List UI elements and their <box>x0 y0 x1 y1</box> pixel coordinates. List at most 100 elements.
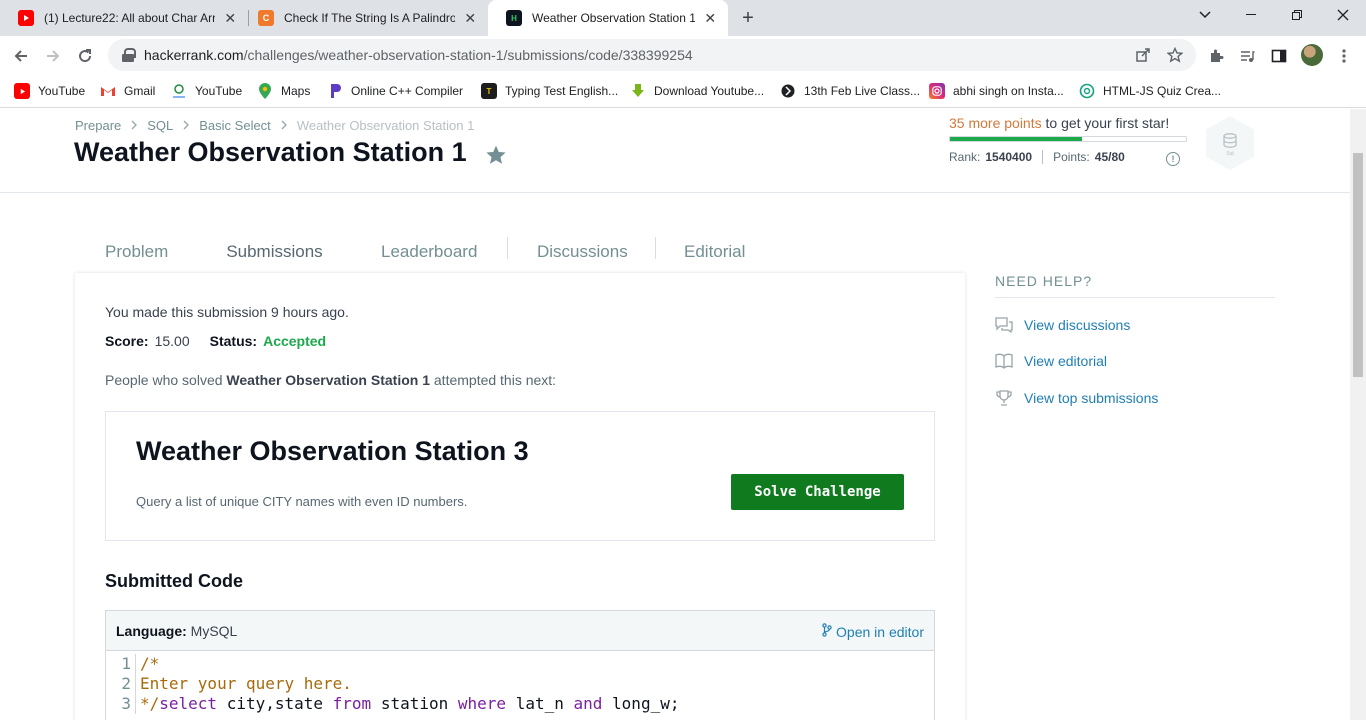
browser-tab-strip: (1) Lecture22: All about Char Arra ✕ C C… <box>0 0 1366 36</box>
profile-avatar[interactable] <box>1301 44 1323 66</box>
tab-submissions[interactable]: Submissions <box>198 231 351 273</box>
sql-keyword: where <box>457 694 507 713</box>
bookmark-live-class[interactable]: 13th Feb Live Class... <box>780 82 920 100</box>
url-host: hackerrank.com <box>144 47 244 63</box>
view-top-submissions-link[interactable]: View top submissions <box>995 388 1158 408</box>
bookmark-star-icon[interactable] <box>1165 45 1185 65</box>
minimize-icon[interactable] <box>1228 0 1274 30</box>
sql-keyword: from <box>332 694 372 713</box>
compiler-icon <box>327 83 343 99</box>
language-label: Language: <box>116 623 187 639</box>
close-icon[interactable]: ✕ <box>703 10 718 26</box>
download-icon <box>630 83 646 99</box>
browser-tab-active[interactable]: H Weather Observation Station 1 | H ✕ <box>488 0 728 36</box>
need-help-panel: NEED HELP? View discussions View editori… <box>995 273 1275 406</box>
side-panel-icon[interactable] <box>1268 45 1290 67</box>
open-in-editor-link[interactable]: Open in editor <box>822 623 924 640</box>
tab-leaderboard[interactable]: Leaderboard <box>381 231 477 273</box>
page-scrollbar[interactable] <box>1350 109 1366 720</box>
tab-title: Check If The String Is A Palindrom <box>284 11 455 25</box>
bookmark-compiler[interactable]: Online C++ Compiler <box>327 82 463 100</box>
solve-challenge-button[interactable]: Solve Challenge <box>731 474 904 510</box>
tab-title: Weather Observation Station 1 | H <box>532 11 695 25</box>
restore-icon[interactable] <box>1274 0 1320 30</box>
star-icon[interactable] <box>485 144 507 166</box>
code-text: /* <box>140 654 160 673</box>
view-editorial-link[interactable]: View editorial <box>995 351 1107 371</box>
points-label: Points: <box>1053 150 1090 164</box>
code-line: 3 */select city,state from station where… <box>106 694 934 714</box>
forward-icon[interactable] <box>40 43 66 69</box>
new-tab-button[interactable]: + <box>736 6 760 30</box>
chatgpt-icon <box>1079 83 1095 99</box>
bookmark-label: abhi singh on Insta... <box>953 84 1064 98</box>
browser-tab[interactable]: (1) Lecture22: All about Char Arra ✕ <box>0 0 248 36</box>
bookmark-maps[interactable]: Maps <box>257 82 310 100</box>
media-control-icon[interactable] <box>1236 45 1258 67</box>
youtube-icon <box>14 83 30 99</box>
scrollbar-thumb[interactable] <box>1353 153 1363 377</box>
bookmark-typing-test[interactable]: T Typing Test English... <box>481 82 618 100</box>
info-icon[interactable]: ! <box>1166 152 1180 166</box>
help-link-label: View editorial <box>1024 353 1108 369</box>
next-suggestion-text: People who solved Weather Observation St… <box>105 372 556 388</box>
bookmark-label: YouTube <box>38 84 86 98</box>
bookmark-youtube[interactable]: YouTube <box>14 82 85 100</box>
bookmark-instagram[interactable]: abhi singh on Insta... <box>929 82 1064 100</box>
close-icon[interactable]: ✕ <box>463 10 479 26</box>
tab-title: (1) Lecture22: All about Char Arra <box>44 11 215 25</box>
challenge-tabs: Problem Submissions Leaderboard Discussi… <box>75 231 965 273</box>
instagram-icon <box>929 83 945 99</box>
star-progress: 35 more points to get your first star! R… <box>949 115 1189 164</box>
next-challenge-description: Query a list of unique CITY names with e… <box>136 494 468 509</box>
tab-editorial[interactable]: Editorial <box>684 231 745 273</box>
tab-search-icon[interactable] <box>1182 0 1228 30</box>
sql-badge-icon[interactable]: Sql <box>1204 115 1256 171</box>
progress-message: 35 more points to get your first star! <box>949 115 1189 131</box>
tab-divider <box>507 237 508 259</box>
people-suffix: attempted this next: <box>430 372 557 388</box>
chevron-right-icon <box>131 119 138 133</box>
breadcrumb-basic-select[interactable]: Basic Select <box>199 118 271 133</box>
menu-icon[interactable] <box>1333 45 1355 67</box>
rank-label: Rank: <box>949 150 981 164</box>
browser-tab[interactable]: C Check If The String Is A Palindrom ✕ <box>240 0 488 36</box>
share-icon[interactable] <box>1133 45 1153 65</box>
bookmark-quiz[interactable]: HTML-JS Quiz Crea... <box>1079 82 1221 100</box>
bookmark-label: Download Youtube... <box>654 84 765 98</box>
bookmark-youtube-alt[interactable]: YouTube <box>171 82 242 100</box>
breadcrumb-prepare[interactable]: Prepare <box>75 118 121 133</box>
bookmark-gmail[interactable]: Gmail <box>100 82 155 100</box>
rank-points: Rank: 1540400 Points: 45/80 <box>949 150 1189 164</box>
submission-time: You made this submission 9 hours ago. <box>105 304 349 320</box>
bookmark-label: Typing Test English... <box>505 84 619 98</box>
divider <box>1042 150 1044 164</box>
breadcrumb-sql[interactable]: SQL <box>147 118 173 133</box>
help-link-label: View top submissions <box>1024 390 1159 406</box>
window-close-icon[interactable] <box>1320 0 1366 30</box>
badge-label: Sql <box>1226 151 1233 157</box>
language-indicator: Language: MySQL <box>116 623 237 639</box>
points-value: 45/80 <box>1094 150 1125 164</box>
page-viewport: Prepare SQL Basic Select Weather Observa… <box>0 109 1350 720</box>
tab-discussions[interactable]: Discussions <box>537 231 628 273</box>
reload-icon[interactable] <box>72 43 98 69</box>
page-title: Weather Observation Station 1 <box>74 137 467 167</box>
bookmark-download-youtube[interactable]: Download Youtube... <box>630 82 764 100</box>
next-challenge-title[interactable]: Weather Observation Station 3 <box>136 436 529 467</box>
live-class-icon <box>780 83 796 99</box>
chevron-right-icon <box>281 119 287 133</box>
view-discussions-link[interactable]: View discussions <box>995 315 1130 335</box>
code-text: long_w; <box>602 694 680 713</box>
code-body[interactable]: 1 /* 2 Enter your query here. 3 */select… <box>106 651 934 714</box>
tab-divider <box>655 237 656 259</box>
code-line: 1 /* <box>106 654 934 674</box>
tab-problem[interactable]: Problem <box>105 231 168 273</box>
line-number: 3 <box>106 694 136 714</box>
close-icon[interactable]: ✕ <box>223 10 239 26</box>
address-bar[interactable]: hackerrank.com/challenges/weather-observ… <box>108 39 1196 71</box>
status-badge: Accepted <box>263 333 327 349</box>
language-value: MySQL <box>190 623 238 639</box>
extensions-icon[interactable] <box>1205 45 1227 67</box>
back-icon[interactable] <box>8 43 34 69</box>
